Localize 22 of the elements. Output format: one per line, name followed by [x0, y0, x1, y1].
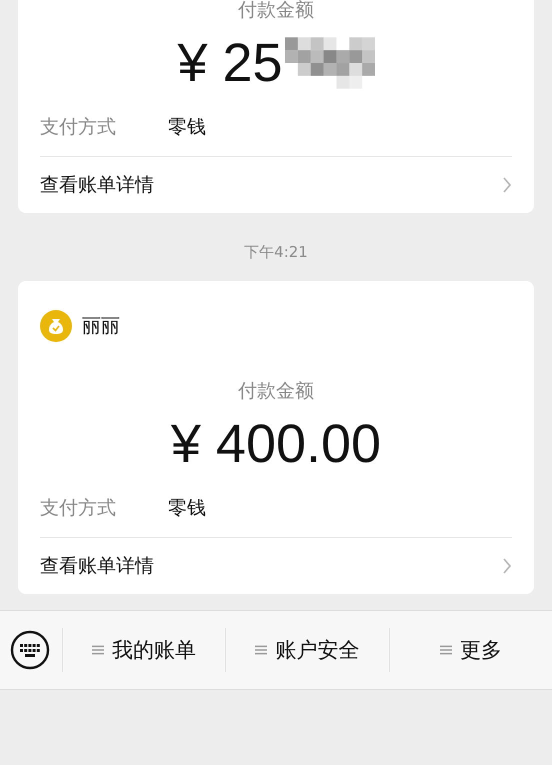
- details-link[interactable]: 查看账单详情: [40, 157, 512, 213]
- menu-tab[interactable]: 账户安全: [225, 628, 389, 672]
- money-bag-icon: [40, 310, 72, 342]
- payment-method: 零钱: [168, 115, 206, 140]
- menu-icon: [255, 644, 268, 656]
- chevron-icon: [502, 176, 512, 194]
- amount-label: 付款金额: [237, 0, 315, 23]
- merchant-name: 丽丽: [82, 314, 120, 339]
- payment-amount: ¥ 400.00: [170, 413, 382, 475]
- keyboard-icon[interactable]: [10, 630, 50, 670]
- payment-amount: ¥ 25: [177, 32, 283, 94]
- menu-tab[interactable]: 我的账单: [62, 628, 226, 672]
- method-label: 支付方式: [40, 115, 117, 140]
- menu-icon: [92, 644, 104, 656]
- details-link[interactable]: 查看账单详情: [40, 538, 512, 594]
- menu-tab[interactable]: 更多: [388, 628, 552, 672]
- amount-label: 付款金额: [237, 379, 315, 404]
- method-label: 支付方式: [40, 496, 117, 521]
- message-time: 下午4:21: [243, 242, 309, 263]
- payment-method: 零钱: [168, 496, 206, 521]
- menu-icon: [440, 644, 452, 656]
- chevron-icon: [502, 557, 512, 575]
